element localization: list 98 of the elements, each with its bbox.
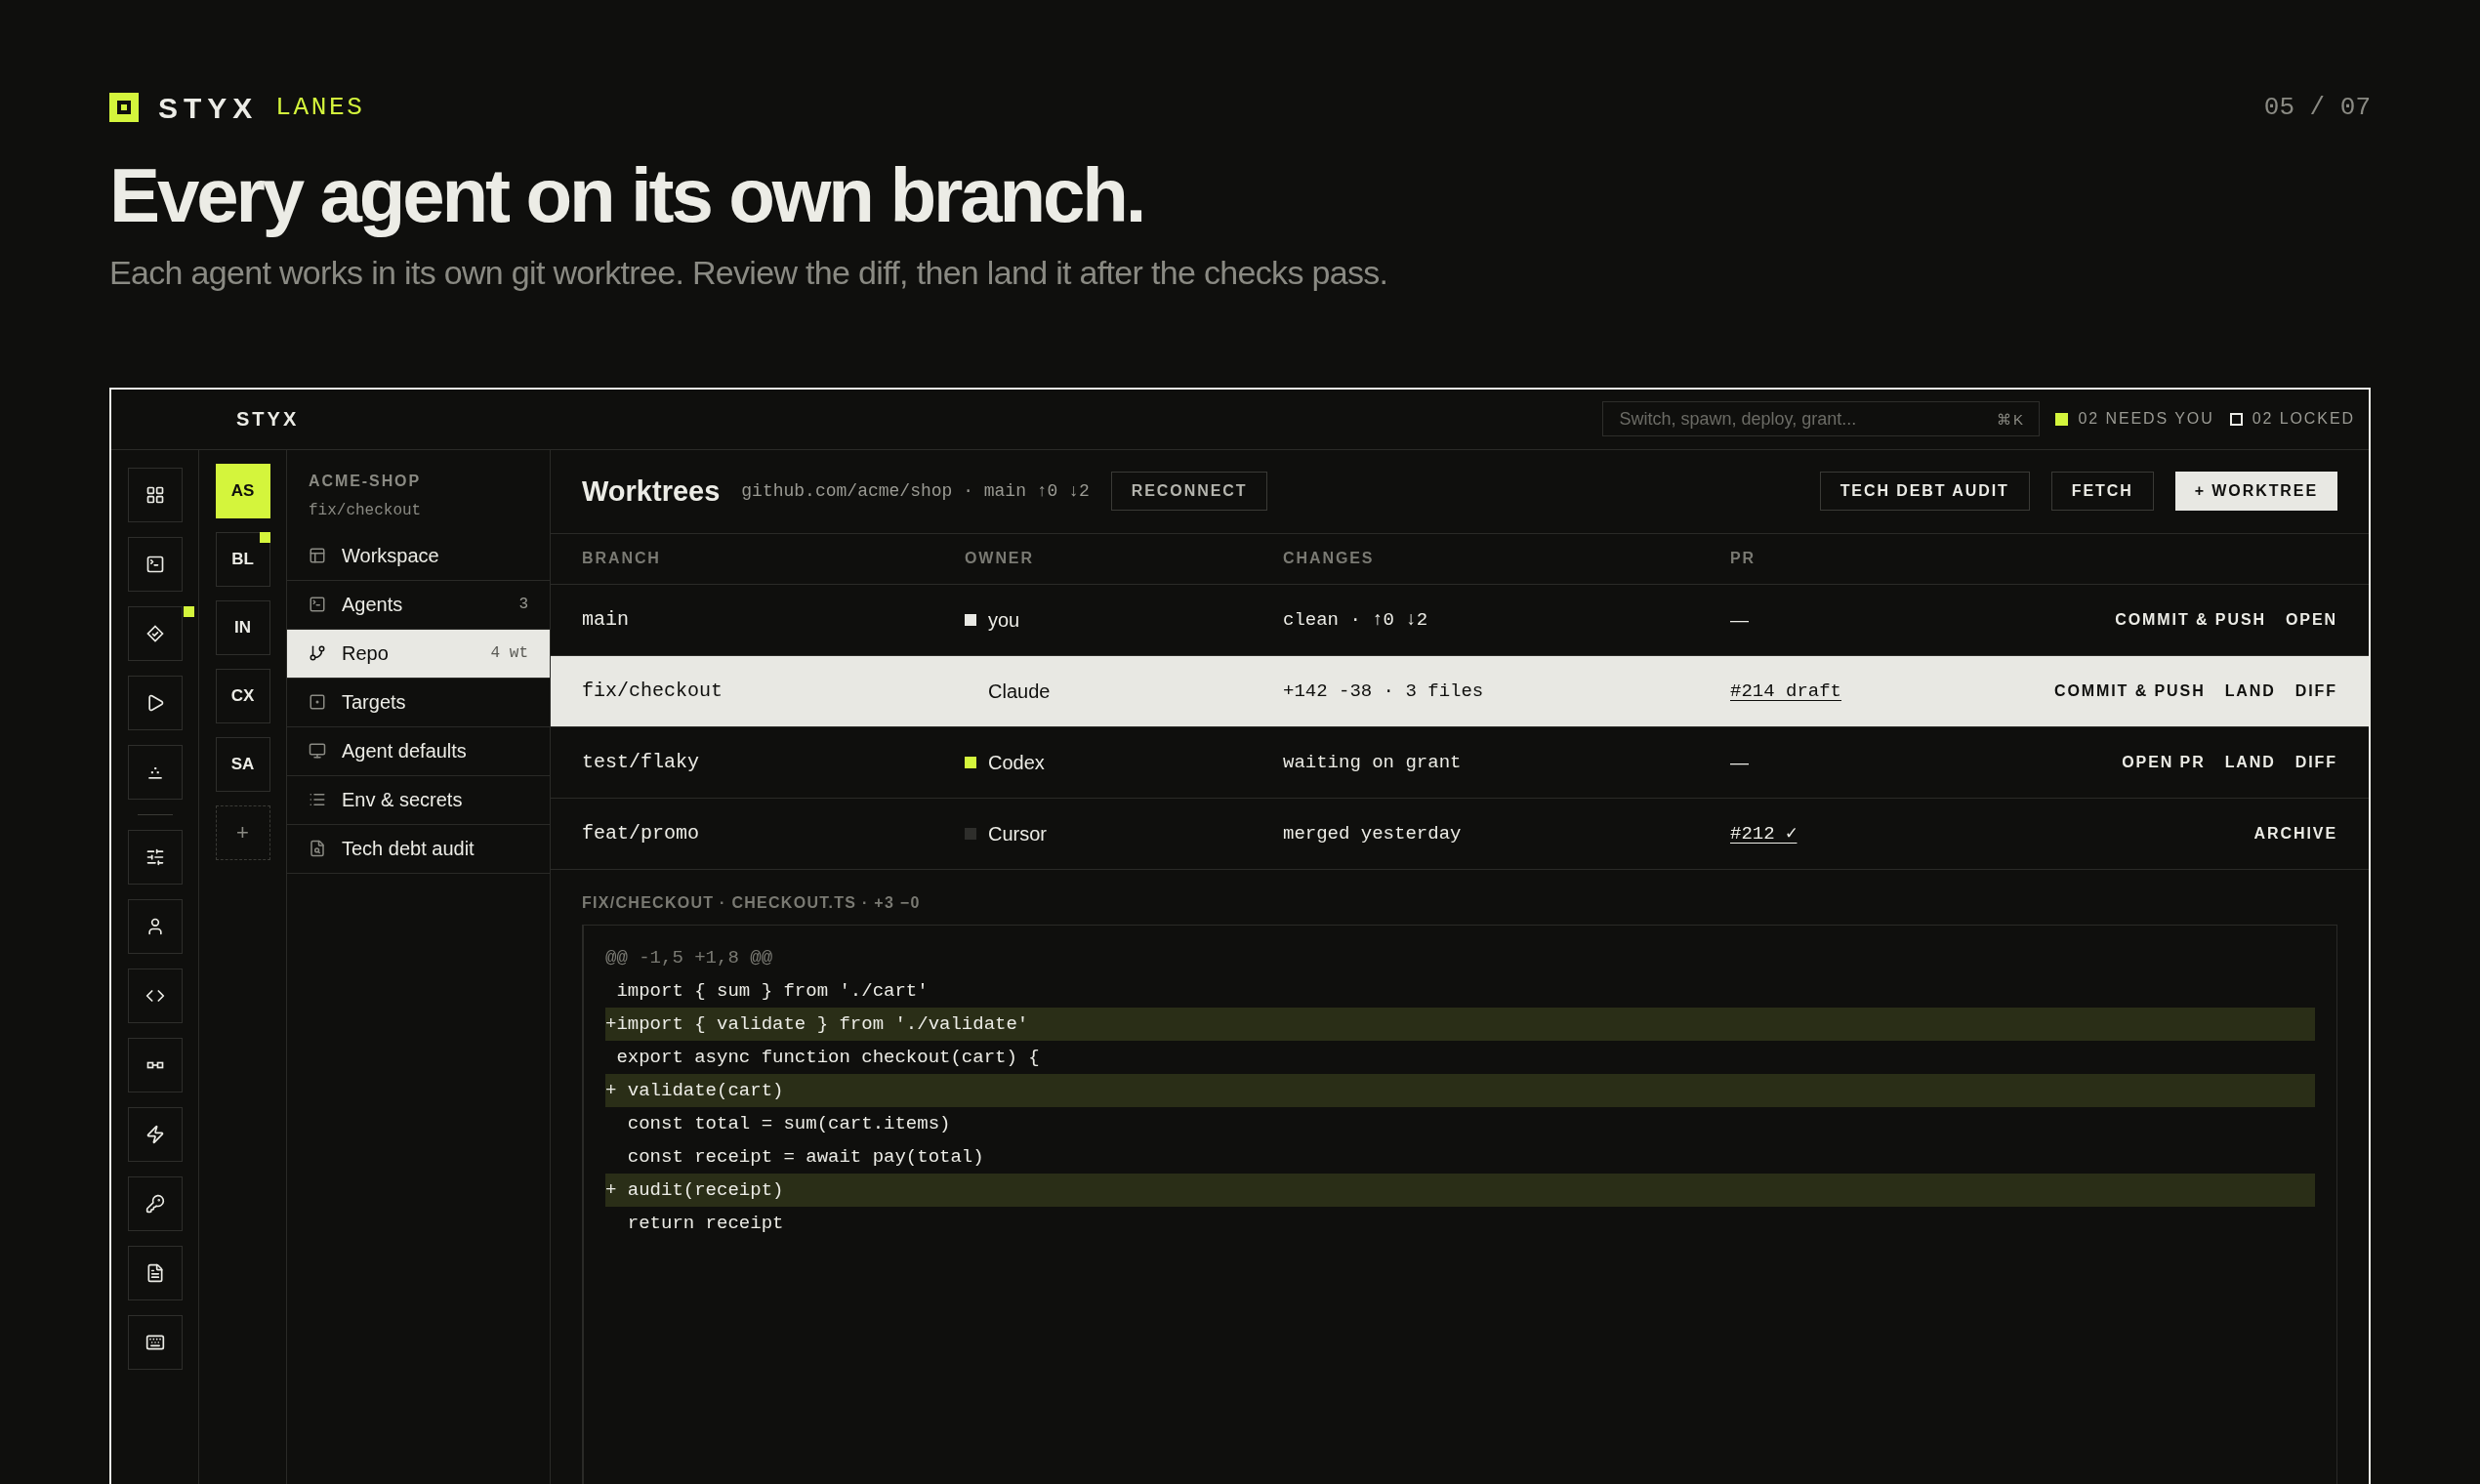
panel-title: Worktrees [582,474,721,509]
repo-meta: github.com/acme/shop · main ↑0 ↓2 [741,479,1090,503]
agent-avatar[interactable]: SA [215,736,270,792]
sliders-icon [145,846,165,867]
subtitle: Each agent works in its own git worktree. Review the diff, then land it after the checks pass. [109,252,1389,293]
branch-name: test/flaky [582,749,701,775]
keys-button[interactable] [127,1175,183,1231]
row-action-link[interactable]: OPEN [2285,607,2337,632]
changes-summary: clean · ↑0 ↓2 [1283,607,1429,633]
agent-avatar[interactable]: CX [215,668,270,723]
toolbar-button[interactable]: TECH DEBT AUDIT [1819,472,2030,512]
search-document-icon [309,840,326,858]
worktree-row[interactable]: feat/promo Cursor merged yesterday #212 ✓ ARCHIVE [551,798,2369,870]
nav-item[interactable]: Tech debt audit [287,824,550,874]
nav-item[interactable]: Agents 3 [287,580,550,630]
agent-avatar[interactable]: BL [215,531,270,587]
changes-summary: merged yesterday [1283,821,1463,846]
nav-item[interactable]: Env & secrets [287,775,550,825]
row-action-link[interactable]: COMMIT & PUSH [2115,607,2266,632]
keyboard-button[interactable] [127,1314,183,1370]
column-header: CHANGES [1283,549,1376,569]
branch-name: feat/promo [582,820,701,846]
user-button[interactable] [127,898,183,954]
toolbar-button[interactable]: FETCH [2050,472,2154,512]
connections-button[interactable] [127,1037,183,1092]
app-name: STYX [236,407,300,433]
section-label: LANES [275,91,365,124]
row-action-link[interactable]: DIFF [2294,750,2337,774]
pr-empty: — [1730,750,1749,774]
headline: Every agent on its own branch. [109,154,1145,238]
add-agent-button[interactable]: + [215,804,270,860]
key-icon [145,1193,165,1214]
run-button[interactable] [127,675,183,730]
owner-name: Claude [988,679,1051,704]
branch-name: fix/checkout [582,678,724,704]
needs-attention-square-icon [2055,412,2069,426]
logo-icon [109,93,139,122]
grid-icon [145,484,165,505]
target-icon [309,693,326,712]
lightning-icon [145,1124,165,1144]
checks-button[interactable] [127,605,183,661]
diamond-check-icon [145,623,165,643]
code-line: const total = sum(cart.items) [626,1111,952,1136]
changes-summary: +142 -38 · 3 files [1283,679,1485,704]
row-action-link[interactable]: OPEN PR [2122,750,2206,774]
code-line: import { sum } from './cart' [615,978,930,1004]
docs-button[interactable] [127,1245,183,1300]
code-line: export async function checkout(cart) { [615,1045,1041,1070]
nav-count: 3 [518,595,528,616]
owner-name: you [988,607,1020,633]
toolbar-button[interactable]: + WORKTREE [2174,472,2337,512]
pr-empty: — [1730,607,1749,632]
branch-icon [309,644,326,663]
agent-avatar[interactable]: AS [215,463,270,518]
panel-icon [309,547,326,565]
reconnect-button[interactable]: RECONNECT [1110,472,1268,512]
nav-item[interactable]: Targets [287,678,550,727]
row-action-link[interactable]: LAND [2224,679,2276,703]
nav-count: 4 wt [490,643,528,665]
branch-name: main [582,606,630,633]
status-label: 02 NEEDS YOU [2078,409,2214,430]
row-action-link[interactable]: ARCHIVE [2253,821,2337,845]
nav-item[interactable]: Workspace [287,531,550,581]
agent-avatar[interactable]: IN [215,599,270,655]
worktree-row[interactable]: test/flaky Codex waiting on grant — OPEN PR LAND DIFF [551,726,2369,799]
diff-title: FIX/CHECKOUT · CHECKOUT.TS · +3 −0 [582,892,922,913]
page-counter: 05 / 07 [2263,91,2371,124]
dashboard-button[interactable] [127,467,183,522]
terminal-icon [145,554,165,574]
column-header: OWNER [965,549,1035,569]
changes-summary: waiting on grant [1283,750,1463,775]
row-action-link[interactable]: DIFF [2294,679,2337,703]
owner-name: Cursor [988,821,1047,846]
row-action-link[interactable]: COMMIT & PUSH [2053,679,2206,703]
column-header: BRANCH [582,549,662,569]
pr-link[interactable]: #214 draft [1730,677,1842,706]
worktree-row[interactable]: fix/checkout Claude +142 -38 · 3 files #214 draft COMMIT & PUSH LAND DIFF [551,655,2369,727]
column-header: PR [1730,549,1757,569]
status-label: 02 LOCKED [2252,409,2355,430]
actions-button[interactable] [127,1106,183,1162]
locked-square-icon [2229,412,2243,426]
settings-button[interactable] [127,829,183,885]
row-action-link[interactable]: LAND [2224,750,2276,774]
project-branch: fix/checkout [309,500,423,521]
terminal-button[interactable] [127,536,183,592]
code-line: return receipt [626,1211,785,1236]
nav-item[interactable]: Agent defaults [287,726,550,776]
terminal-icon [309,596,326,614]
hunk-header: @@ -1,5 +1,8 @@ [605,945,774,970]
brand-name: STYX [158,90,259,126]
worktree-row[interactable]: main you clean · ↑0 ↓2 — COMMIT & PUSH OPEN [551,584,2369,656]
code-line: const receipt = await pay(total) [626,1144,985,1170]
owner-name: Codex [988,750,1045,775]
project-name: ACME-SHOP [309,471,423,491]
nav-item[interactable]: Repo 4 wt [287,629,550,679]
pr-link[interactable]: #212 ✓ [1730,819,1798,848]
shortcut-hint: ⌘K [1997,410,2025,431]
monitor-icon [309,742,326,761]
